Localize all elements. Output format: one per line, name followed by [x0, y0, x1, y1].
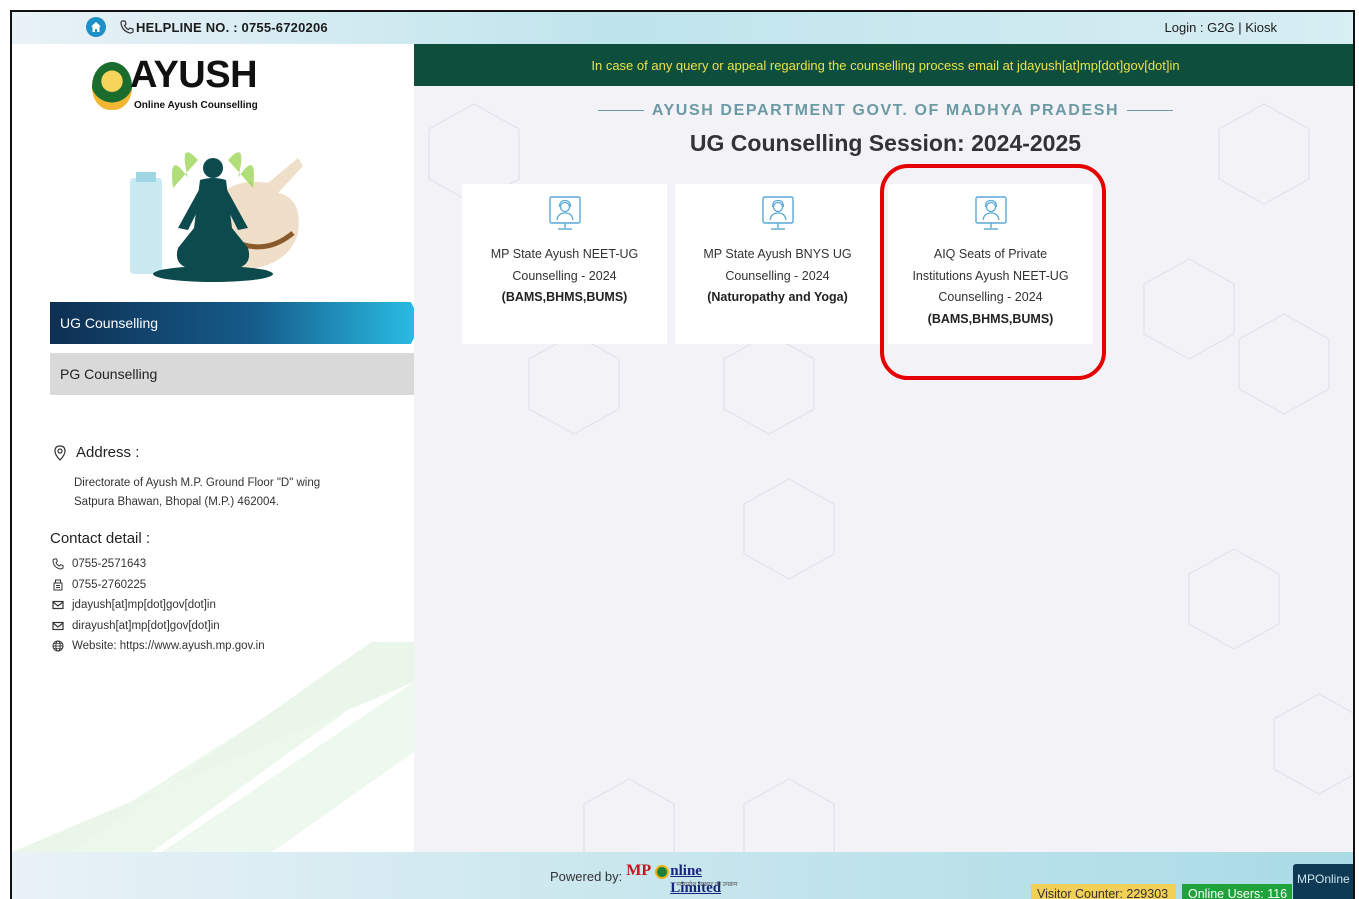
fax-icon — [53, 579, 63, 591]
mponline-tagline: मध्यप्रदेश सरकार का उपक्रम — [676, 882, 738, 888]
main-content: In case of any query or appeal regarding… — [414, 44, 1353, 852]
sidebar-item-pg-counselling[interactable]: PG Counselling — [50, 353, 414, 395]
card-2-courses: (Naturopathy and Yoga) — [707, 290, 848, 304]
visitor-counter: Visitor Counter: 229303 — [1031, 884, 1176, 899]
notice-banner: In case of any query or appeal regarding… — [414, 44, 1353, 86]
globe-icon — [52, 640, 64, 652]
heading-rule-right — [1127, 110, 1174, 112]
top-bar: HELPLINE NO. : 0755-6720206 Login : G2G … — [12, 12, 1353, 44]
card-1-line-1: MP State Ayush NEET-UG — [490, 247, 639, 261]
ayush-emblem-icon — [92, 62, 132, 110]
mail-icon — [52, 621, 64, 630]
mponline-logo-mp: MP — [626, 862, 652, 879]
contact-phone-text: 0755-2571643 — [72, 558, 147, 571]
session-title: UG Counselling Session: 2024-2025 — [689, 130, 1082, 156]
hexagon-background-pattern — [428, 103, 1353, 852]
mponline-logo[interactable]: MP nline Limited मध्यप्रदेश सरकार का उपक… — [626, 862, 751, 896]
logo-title: AYUSH — [130, 54, 258, 96]
contact-email-2-text[interactable]: dirayush[at]mp[dot]gov[dot]in — [72, 620, 220, 632]
home-icon[interactable] — [86, 17, 106, 37]
address-line-2: Satpura Bhawan, Bhopal (M.P.) 462004. — [74, 496, 280, 508]
phone-icon — [52, 558, 64, 570]
contact-fax-text: 0755-2760225 — [72, 578, 147, 591]
address-heading: Address : — [52, 444, 139, 461]
address-text: Directorate of Ayush M.P. Ground Floor "… — [74, 474, 320, 512]
counsellor-monitor-icon — [761, 196, 794, 230]
contact-list: 0755-2571643 0755-2760225 jdayush[at]mp[… — [52, 554, 265, 657]
yoga-meditation-illustration — [130, 152, 303, 282]
department-heading: AYUSH DEPARTMENT GOVT. OF MADHYA PRADESH — [414, 102, 1353, 120]
powered-by-label: Powered by: — [550, 868, 623, 884]
helpline-number: HELPLINE NO. : 0755-6720206 — [136, 20, 328, 35]
page-frame: HELPLINE NO. : 0755-6720206 Login : G2G … — [10, 10, 1355, 899]
card-1-courses: (BAMS,BHMS,BUMS) — [501, 290, 628, 304]
address-heading-label: Address : — [76, 444, 140, 461]
mponline-badge[interactable]: MPOnline — [1293, 864, 1353, 899]
sidebar-decoration — [12, 642, 414, 852]
sidebar-item-ug-counselling[interactable]: UG Counselling — [50, 302, 414, 344]
login-links[interactable]: Login : G2G | Kiosk — [1165, 20, 1278, 35]
contact-email-1-text[interactable]: jdayush[at]mp[dot]gov[dot]in — [72, 599, 216, 611]
department-heading-text: AYUSH DEPARTMENT GOVT. OF MADHYA PRADESH — [651, 102, 1120, 119]
contact-website-text[interactable]: Website: https://www.ayush.mp.gov.in — [72, 640, 265, 652]
location-pin-icon — [54, 444, 66, 461]
contact-email-1: jdayush[at]mp[dot]gov[dot]in — [52, 595, 265, 616]
online-users-count: Online Users: 116 — [1182, 884, 1292, 899]
address-line-1: Directorate of Ayush M.P. Ground Floor "… — [74, 477, 321, 489]
contact-website: Website: https://www.ayush.mp.gov.in — [52, 636, 265, 657]
phone-icon — [120, 20, 134, 34]
card-1-line-2: Counselling - 2024 — [512, 268, 617, 283]
sidebar: AYUSH Online Ayush Counselling UG Counse… — [12, 44, 414, 852]
footer: Powered by: MP nline Limited मध्यप्रदेश … — [12, 852, 1353, 899]
logo-subtitle: Online Ayush Counselling — [134, 100, 258, 111]
card-mp-state-ayush-bnys-ug[interactable]: MP State Ayush BNYS UG Counselling - 202… — [675, 184, 880, 344]
contact-heading: Contact detail : — [50, 530, 151, 547]
powered-by: Powered by: MP nline Limited मध्यप्रदेश … — [550, 862, 751, 896]
mail-icon — [52, 601, 64, 610]
heading-rule-left — [597, 110, 644, 112]
counsellor-monitor-icon — [548, 196, 581, 230]
mponline-globe-icon — [655, 865, 670, 879]
card-2-line-1: MP State Ayush BNYS UG — [703, 247, 852, 261]
highlight-annotation-box — [880, 164, 1106, 380]
ayush-logo[interactable]: AYUSH Online Ayush Counselling — [92, 54, 262, 118]
card-2-line-2: Counselling - 2024 — [725, 268, 830, 283]
contact-phone: 0755-2571643 — [52, 554, 265, 575]
contact-email-2: dirayush[at]mp[dot]gov[dot]in — [52, 616, 265, 637]
card-mp-state-ayush-neet-ug[interactable]: MP State Ayush NEET-UG Counselling - 202… — [462, 184, 667, 344]
contact-fax: 0755-2760225 — [52, 575, 265, 596]
